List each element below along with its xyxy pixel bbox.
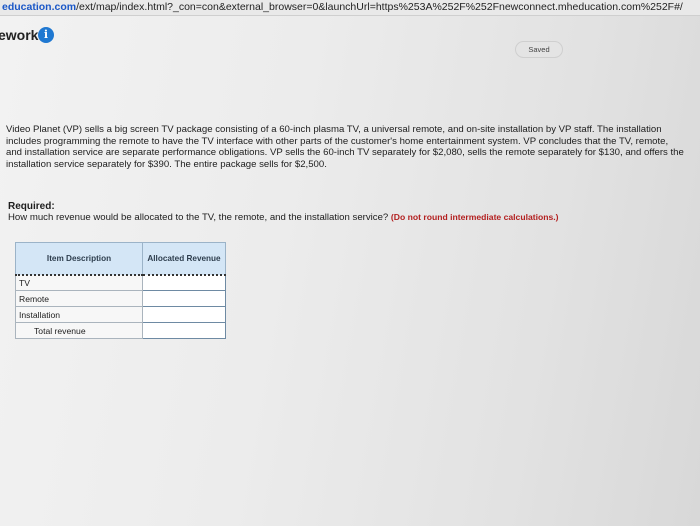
row-label-remote: Remote bbox=[15, 290, 143, 307]
required-prompt: How much revenue would be allocated to t… bbox=[8, 211, 688, 224]
remote-revenue-input[interactable] bbox=[142, 290, 226, 307]
homework-title: ework bbox=[0, 27, 39, 43]
total-revenue-input[interactable] bbox=[142, 322, 226, 339]
table-row: Total revenue bbox=[15, 322, 226, 339]
assignment-header: ework i Saved bbox=[0, 22, 700, 62]
allocated-revenue-header: Allocated Revenue bbox=[142, 242, 226, 275]
installation-revenue-input[interactable] bbox=[142, 306, 226, 323]
row-label-tv: TV bbox=[15, 273, 143, 291]
required-question: How much revenue would be allocated to t… bbox=[8, 212, 389, 223]
item-description-header: Item Description bbox=[15, 242, 143, 275]
row-label-total: Total revenue bbox=[15, 322, 143, 339]
table-row: Remote bbox=[15, 290, 226, 307]
question-text: Video Planet (VP) sells a big screen TV … bbox=[6, 124, 684, 170]
saved-status-badge: Saved bbox=[515, 41, 563, 58]
address-bar[interactable]: education.com/ext/map/index.html?_con=co… bbox=[0, 0, 700, 16]
tv-revenue-input[interactable] bbox=[142, 273, 226, 291]
table-row: TV bbox=[15, 273, 226, 291]
url-host: education.com bbox=[2, 1, 77, 13]
table-row: Installation bbox=[15, 306, 226, 323]
rounding-note: (Do not round intermediate calculations.… bbox=[390, 212, 559, 222]
screen: education.com/ext/map/index.html?_con=co… bbox=[0, 0, 700, 526]
info-icon[interactable]: i bbox=[38, 27, 54, 43]
url-path: /ext/map/index.html?_con=con&external_br… bbox=[76, 1, 683, 13]
row-label-installation: Installation bbox=[15, 306, 143, 323]
allocation-table: Item Description Allocated Revenue TV Re… bbox=[15, 242, 226, 339]
